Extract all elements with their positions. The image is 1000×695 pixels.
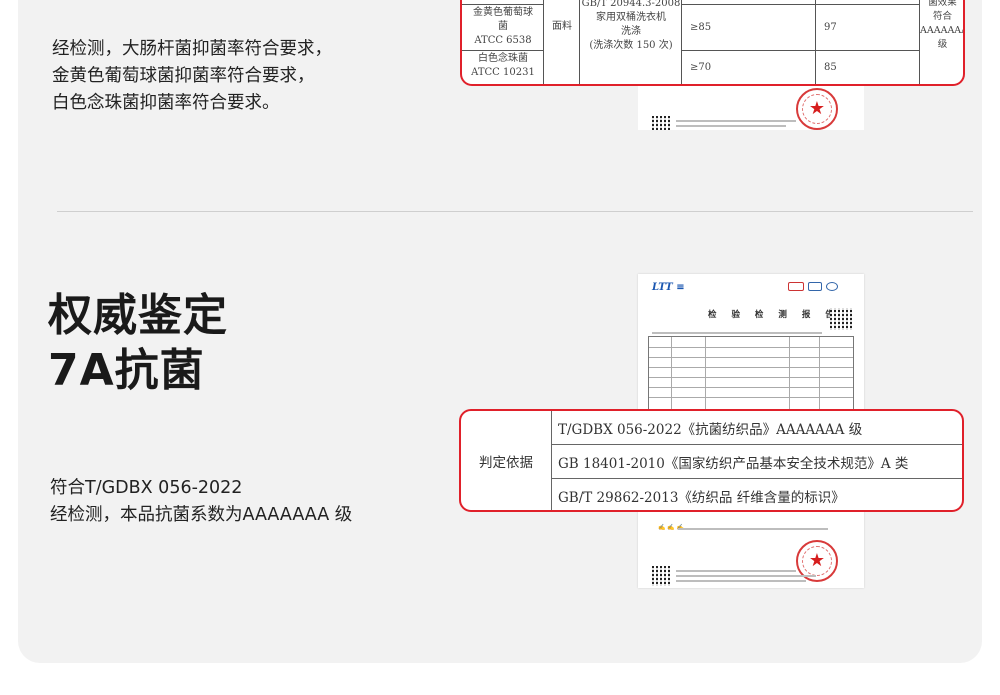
cma-badge-icon [788,282,804,291]
result-value: 85 [824,62,837,73]
antibacterial-result-table: 金黄色葡萄球 菌 ATCC 6538 白色念珠菌 ATCC 10231 面料 G… [460,0,965,86]
section-divider [57,211,973,212]
certification-summary: 符合T/GDBX 056-2022 经检测，本品抗菌系数为AAAAAAA 级 [50,475,352,529]
qr-code-icon [652,566,672,586]
ilac-badge-icon [826,282,838,291]
cnas-badge-icon [808,282,822,291]
judgement-basis-table: 判定依据 T/GDBX 056-2022《抗菌纺织品》AAAAAAA 级 GB … [459,409,964,512]
official-seal-icon: ★ [796,88,838,130]
requirement-value: ≥85 [690,22,712,33]
requirement-value: ≥70 [690,62,712,73]
result-value: 97 [824,22,837,33]
qr-code-icon [652,116,672,130]
summary-line: 经检测，本品抗菌系数为AAAAAAA 级 [50,505,353,525]
conclusion-cell: 菌效果 符合 AAAAAAA 级 [920,0,965,50]
standard-row: GB 18401-2010《国家纺织产品基本安全技术规范》A 类 [558,455,909,472]
summary-line: 金黄色葡萄球菌抑菌率符合要求， [52,66,315,86]
lab-logo-icon: LTT ≡ [652,282,685,293]
bacteria-cell-candida: 白色念珠菌 ATCC 10231 [471,53,535,78]
antibacterial-summary: 经检测，大肠杆菌抑菌率符合要求， 金黄色葡萄球菌抑菌率符合要求， 白色念珠菌抑菌… [52,36,332,117]
summary-line: 经检测，大肠杆菌抑菌率符合要求， [52,39,332,59]
test-method-cell: GB/T 20944.3-2008 家用双桶洗衣机 洗涤 (洗涤次数 150 次… [581,0,681,51]
test-report-fragment: ★ [638,80,864,130]
standard-row: GB/T 29862-2013《纺织品 纤维含量的标识》 [558,489,845,506]
report-title: 检 验 检 测 报 告 [708,310,840,320]
standard-row: T/GDBX 056-2022《抗菌纺织品》AAAAAAA 级 [558,421,863,438]
judgement-basis-label: 判定依据 [461,411,552,510]
qr-code-icon [830,308,852,330]
summary-line: 符合T/GDBX 056-2022 [50,478,243,498]
section-title: 权威鉴定 7A抗菌 [48,290,228,396]
fabric-cell: 面料 [552,21,572,32]
summary-line: 白色念珠菌抑菌率符合要求。 [52,93,280,113]
bacteria-cell-staph: 金黄色葡萄球 菌 ATCC 6538 [473,7,533,46]
report-info-grid [648,336,854,412]
